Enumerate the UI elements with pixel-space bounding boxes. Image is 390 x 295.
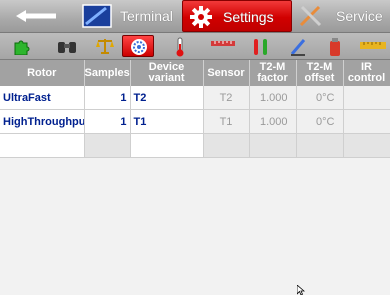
tools-icon [299,5,322,27]
table-row[interactable]: HighThroughput 1 T1 T1 1.000 0°C [0,109,390,134]
rotor-cell[interactable]: UltraFast [0,86,85,110]
column-header-device-variant-line: variant [148,72,185,84]
pipette-icon [290,39,306,56]
tab-settings-label: Settings [223,9,274,25]
back-arrow-icon [16,10,56,22]
empty-cell[interactable] [249,133,297,158]
column-header-t2m-factor[interactable]: T2-M factor [249,60,297,86]
ruler-icon [211,41,235,46]
column-header-rotor[interactable]: Rotor [0,60,85,86]
sensor-cell: T1 [203,109,250,134]
column-header-sensor-line: Sensor [207,66,245,79]
column-header-rotor-line: Rotor [27,66,57,79]
samples-cell[interactable]: 1 [84,86,131,110]
t2m-factor-cell: 1.000 [249,109,297,134]
puzzle-icon [14,40,30,55]
settings-toolbar [0,33,390,60]
t2m-factor-cell: 1.000 [249,86,297,110]
tab-service[interactable]: Service [292,0,390,32]
empty-cell[interactable] [0,133,85,158]
column-header-t2m-offset-line: offset [304,72,335,84]
empty-cell[interactable] [203,133,250,158]
empty-cell[interactable] [296,133,344,158]
tab-service-label: Service [336,8,383,24]
t2m-offset-cell: 0°C [296,86,344,110]
t2m-offset-cell: 0°C [296,109,344,134]
test-tubes-tool-button[interactable] [244,35,276,57]
tape-icon [360,42,386,49]
empty-cell[interactable] [84,133,131,158]
samples-cell[interactable]: 1 [84,109,131,134]
column-header-ir-control[interactable]: IR control [343,60,390,86]
balance-scale-icon [96,39,114,54]
puzzle-tool-button[interactable] [6,35,38,57]
empty-cell[interactable] [130,133,204,158]
tape-tool-button[interactable] [356,35,390,57]
sensor-cell: T2 [203,86,250,110]
column-header-samples[interactable]: Samples [84,60,131,86]
tab-terminal[interactable]: Terminal [76,0,182,32]
back-button[interactable] [0,0,76,32]
binoculars-tool-button[interactable] [50,35,82,57]
rotor-table: Rotor Samples Device variant Sensor T2-M facto… [0,60,390,158]
thermometer-icon [176,37,184,57]
column-header-samples-line: Samples [84,66,130,79]
device-variant-cell[interactable]: T2 [130,86,204,110]
tab-terminal-label: Terminal [120,8,173,24]
thermometer-tool-button[interactable] [166,35,198,57]
tab-settings[interactable]: Settings [182,0,292,32]
pipette-tool-button[interactable] [282,35,314,57]
balance-tool-button[interactable] [88,35,120,57]
column-header-device-variant[interactable]: Device variant [130,60,204,86]
mouse-cursor-icon [297,285,305,295]
terminal-icon [82,4,112,28]
column-header-t2m-offset[interactable]: T2-M offset [296,60,344,86]
new-entry-row[interactable] [0,133,390,158]
main-tab-bar: Terminal Settings Service [0,0,390,33]
empty-cell[interactable] [343,133,390,158]
rotor-cell[interactable]: HighThroughput [0,109,85,134]
test-tubes-icon [254,39,267,55]
table-row[interactable]: UltraFast 1 T2 T2 1.000 0°C [0,86,390,110]
gear-icon [190,6,212,28]
canister-icon [330,38,340,56]
ir-control-cell [343,109,390,134]
binoculars-icon [58,42,76,53]
rotor-tool-button[interactable] [122,35,154,57]
ruler-tool-button[interactable] [204,35,236,57]
column-header-ir-control-line: control [347,72,386,84]
column-header-t2m-factor-line: factor [257,72,288,84]
rotor-icon [131,39,147,55]
ir-control-cell [343,86,390,110]
canister-tool-button[interactable] [320,35,352,57]
column-header-sensor[interactable]: Sensor [203,60,250,86]
device-variant-cell[interactable]: T1 [130,109,204,134]
table-header-row: Rotor Samples Device variant Sensor T2-M facto… [0,60,390,86]
